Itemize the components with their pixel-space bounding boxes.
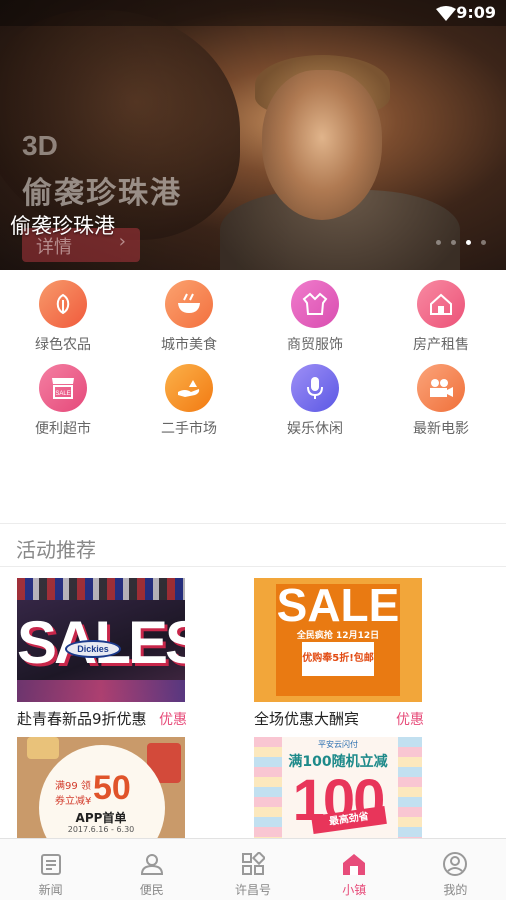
category-green-farm[interactable]: 绿色农品 bbox=[0, 280, 126, 354]
promo-image-sale: SALE 全民疯抢 12月12日 优购奉5折!包邮 bbox=[254, 578, 422, 702]
svg-text:SALE: SALE bbox=[55, 391, 70, 397]
news-icon bbox=[38, 851, 64, 877]
people-icon bbox=[139, 851, 165, 877]
banner-caption: 偷袭珍珠港 bbox=[10, 214, 115, 238]
category-label: 房产租售 bbox=[413, 337, 469, 353]
poster-3d-text: 3D bbox=[22, 130, 58, 161]
tab-xuchang-account[interactable]: 许昌号 bbox=[202, 839, 303, 900]
bottom-tab-bar: 新闻 便民 许昌号 小镇 我的 bbox=[0, 838, 506, 900]
banner-carousel[interactable]: 3D 偷袭珍珠港 详情 › 偷袭珍珠港 bbox=[0, 0, 506, 270]
hand-icon bbox=[165, 364, 213, 412]
category-label: 娱乐休闲 bbox=[287, 421, 343, 437]
category-label: 便利超市 bbox=[35, 421, 91, 437]
category-grid: 绿色农品 城市美食 商贸服饰 房产租售 SALE 便利超市 二手市场 娱乐休闲 bbox=[0, 276, 506, 456]
tab-label: 我的 bbox=[443, 883, 468, 897]
section-divider bbox=[0, 566, 506, 567]
category-trade-clothing[interactable]: 商贸服饰 bbox=[252, 280, 378, 354]
tab-label: 许昌号 bbox=[235, 883, 272, 897]
promo-title: 全场优惠大酬宾 bbox=[254, 710, 360, 728]
tab-convenience[interactable]: 便民 bbox=[101, 839, 202, 900]
category-label: 绿色农品 bbox=[35, 337, 91, 353]
tab-label: 新闻 bbox=[38, 883, 63, 897]
promo-image-sales: SALES Dickies bbox=[17, 578, 185, 702]
category-real-estate[interactable]: 房产租售 bbox=[378, 280, 504, 354]
category-label: 城市美食 bbox=[161, 337, 217, 353]
profile-icon bbox=[442, 851, 468, 877]
leaf-icon bbox=[39, 280, 87, 328]
category-second-hand[interactable]: 二手市场 bbox=[126, 364, 252, 438]
promo-tag: 优惠 bbox=[396, 711, 424, 728]
store-icon: SALE bbox=[39, 364, 87, 412]
carousel-indicator bbox=[436, 240, 486, 245]
category-label: 商贸服饰 bbox=[287, 337, 343, 353]
section-title: 活动推荐 bbox=[16, 538, 96, 562]
chevron-right-icon: › bbox=[118, 231, 126, 252]
tab-town[interactable]: 小镇 bbox=[304, 839, 405, 900]
status-bar: 9:09 bbox=[0, 0, 506, 26]
promo-card[interactable]: 满99 领券立减¥ 50 APP首单 2017.6.16 - 6.30 bbox=[17, 737, 185, 838]
promo-card[interactable]: SALE 全民疯抢 12月12日 优购奉5折!包邮 全场优惠大酬宾 优惠 bbox=[254, 578, 424, 729]
microphone-icon bbox=[291, 364, 339, 412]
poster-title: 偷袭珍珠港 bbox=[22, 176, 182, 211]
section-divider bbox=[0, 523, 506, 524]
house-icon bbox=[417, 280, 465, 328]
category-label: 二手市场 bbox=[161, 421, 217, 437]
carousel-dot bbox=[436, 240, 441, 245]
carousel-dot bbox=[481, 240, 486, 245]
home-icon bbox=[341, 851, 367, 877]
promo-title: 赴青春新品9折优惠 bbox=[17, 710, 147, 728]
category-city-food[interactable]: 城市美食 bbox=[126, 280, 252, 354]
promo-card[interactable]: 平安云闪付 满100随机立减 100 最高劲省 bbox=[254, 737, 422, 838]
grid-icon bbox=[240, 851, 266, 877]
tab-me[interactable]: 我的 bbox=[405, 839, 506, 900]
category-latest-movies[interactable]: 最新电影 bbox=[378, 364, 504, 438]
carousel-dot-active bbox=[466, 240, 471, 245]
movie-camera-icon bbox=[417, 364, 465, 412]
category-label: 最新电影 bbox=[413, 421, 469, 437]
tab-news[interactable]: 新闻 bbox=[0, 839, 101, 900]
food-bowl-icon bbox=[165, 280, 213, 328]
jacket-icon bbox=[291, 280, 339, 328]
tab-label: 便民 bbox=[139, 883, 164, 897]
promo-image-app-coupon: 满99 领券立减¥ 50 APP首单 2017.6.16 - 6.30 bbox=[17, 737, 185, 838]
poster-detail-label: 详情 bbox=[36, 237, 72, 258]
tab-label: 小镇 bbox=[342, 883, 367, 897]
status-time: 9:09 bbox=[456, 3, 496, 22]
category-entertainment[interactable]: 娱乐休闲 bbox=[252, 364, 378, 438]
category-convenience-store[interactable]: SALE 便利超市 bbox=[0, 364, 126, 438]
promo-tag: 优惠 bbox=[159, 711, 187, 728]
wifi-icon bbox=[436, 6, 456, 21]
carousel-dot bbox=[451, 240, 456, 245]
promo-image-cloud-pay: 平安云闪付 满100随机立减 100 最高劲省 bbox=[254, 737, 422, 838]
promo-card[interactable]: SALES Dickies 赴青春新品9折优惠 优惠 bbox=[17, 578, 187, 729]
